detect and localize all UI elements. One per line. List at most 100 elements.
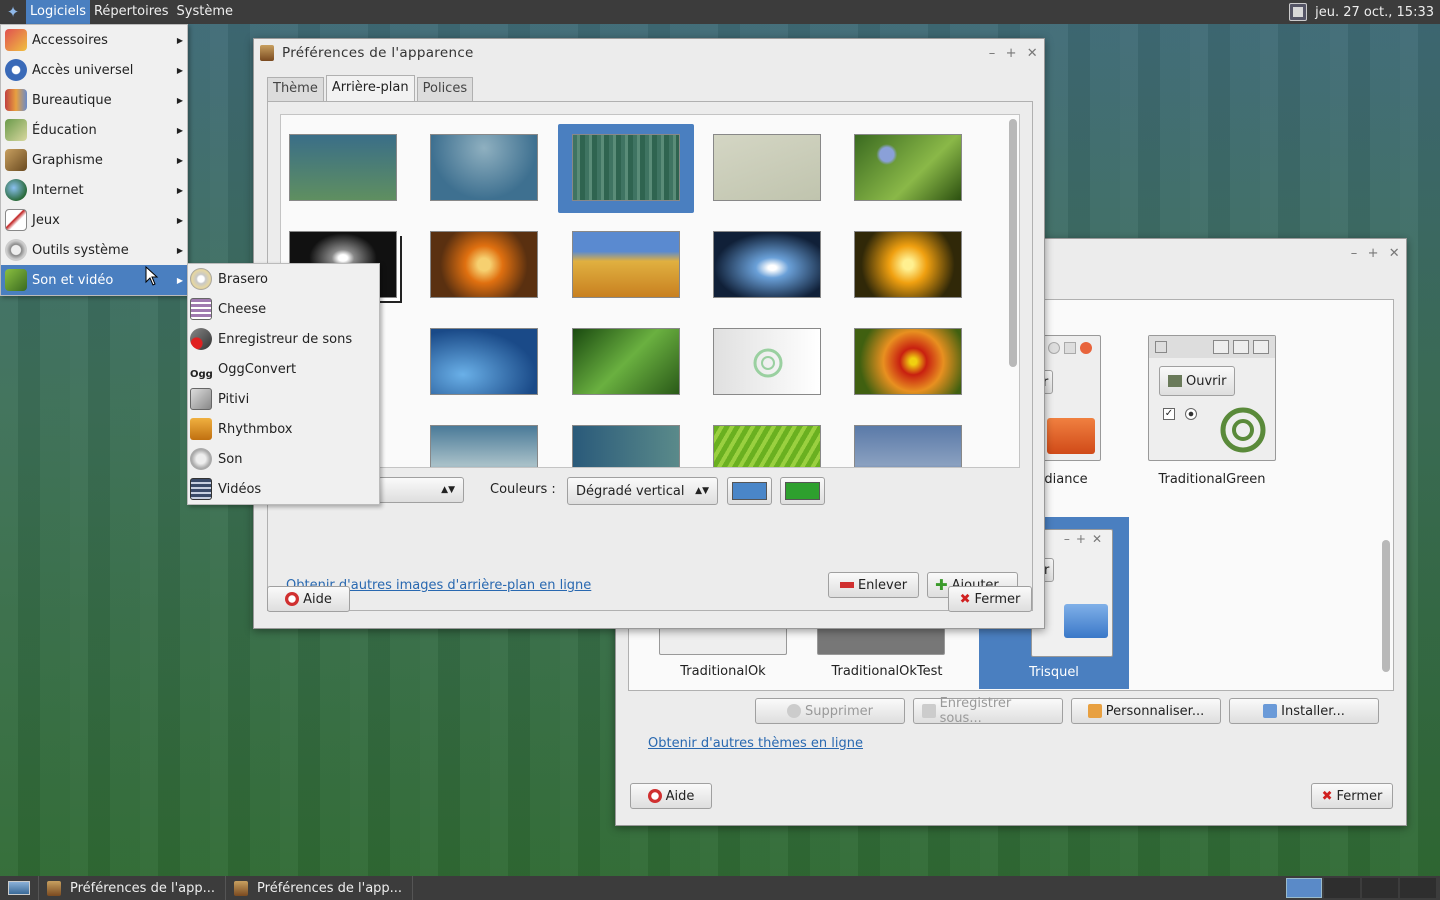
wallpaper-thumb[interactable] bbox=[572, 328, 680, 395]
menu-item-education[interactable]: Éducation ▶ bbox=[1, 115, 187, 145]
wallpaper-thumb[interactable] bbox=[572, 425, 680, 467]
menu-item-son-et-video[interactable]: Son et vidéo ▶ bbox=[1, 265, 187, 295]
help-button-back[interactable]: Aide bbox=[630, 783, 712, 809]
maximize-icon[interactable]: + bbox=[1368, 246, 1379, 261]
theme-list-scrollbar[interactable] bbox=[1382, 540, 1390, 672]
submenu-arrow-icon: ▶ bbox=[176, 65, 183, 75]
distribution-logo-icon[interactable]: ✦ bbox=[0, 0, 26, 24]
minimize-icon[interactable]: – bbox=[1351, 246, 1358, 261]
submenu-item-rhythmbox[interactable]: Rhythmbox bbox=[188, 414, 379, 444]
theme-preview-traditionalgreen[interactable]: Ouvrir ✓ bbox=[1148, 335, 1276, 461]
appearance-icon bbox=[47, 880, 61, 896]
install-button[interactable]: Installer... bbox=[1229, 698, 1379, 724]
system-tools-icon bbox=[5, 239, 27, 261]
applications-menu: Accessoires ▶ Accès universel ▶ Bureautiqu… bbox=[0, 24, 188, 296]
sound-icon bbox=[190, 448, 212, 470]
wallpaper-thumb[interactable] bbox=[713, 425, 821, 467]
tab-fonts[interactable]: Polices bbox=[416, 77, 474, 101]
wallpaper-thumb[interactable] bbox=[430, 134, 538, 201]
close-button-back[interactable]: ✖ Fermer bbox=[1311, 783, 1393, 809]
minimize-icon[interactable]: – bbox=[989, 46, 996, 61]
education-icon bbox=[5, 119, 27, 141]
submenu-arrow-icon: ▶ bbox=[176, 95, 183, 105]
submenu-arrow-icon: ▶ bbox=[176, 35, 183, 45]
menu-item-bureautique[interactable]: Bureautique ▶ bbox=[1, 85, 187, 115]
wallpaper-thumb[interactable] bbox=[430, 328, 538, 395]
clock[interactable]: jeu. 27 oct., 15:33 bbox=[1315, 5, 1434, 20]
close-icon[interactable]: ✕ bbox=[1389, 246, 1400, 261]
theme-name-trisquel: Trisquel bbox=[1029, 665, 1079, 680]
submenu-item-cheese[interactable]: Cheese bbox=[188, 294, 379, 324]
submenu-item-pitivi[interactable]: Pitivi bbox=[188, 384, 379, 414]
more-themes-link[interactable]: Obtenir d'autres thèmes en ligne bbox=[648, 736, 863, 751]
delete-button[interactable]: Supprimer bbox=[755, 698, 905, 724]
wallpaper-thumb[interactable] bbox=[713, 134, 821, 201]
menu-item-jeux[interactable]: Jeux ▶ bbox=[1, 205, 187, 235]
sound-recorder-icon bbox=[190, 328, 212, 350]
wallpaper-thumb[interactable] bbox=[854, 134, 962, 201]
wallpaper-thumb[interactable] bbox=[289, 134, 397, 201]
wallpaper-thumb[interactable] bbox=[854, 231, 962, 298]
task-appearance-1[interactable]: Préférences de l'app... bbox=[39, 876, 227, 900]
wallpaper-thumb[interactable] bbox=[430, 231, 538, 298]
folder-icon bbox=[1047, 418, 1095, 454]
color-button-1[interactable] bbox=[727, 477, 772, 505]
menu-item-acces-universel[interactable]: Accès universel ▶ bbox=[1, 55, 187, 85]
menu-item-accessoires[interactable]: Accessoires ▶ bbox=[1, 25, 187, 55]
close-button[interactable]: ✖ Fermer bbox=[948, 586, 1032, 612]
folder-install-icon bbox=[1263, 704, 1278, 718]
submenu-arrow-icon: ▶ bbox=[176, 125, 183, 135]
multimedia-icon bbox=[5, 269, 27, 291]
show-desktop-button[interactable] bbox=[0, 876, 39, 900]
customize-button[interactable]: Personnaliser... bbox=[1071, 698, 1221, 724]
submenu-arrow-icon: ▶ bbox=[176, 245, 183, 255]
edit-icon bbox=[1087, 704, 1102, 718]
background-tab-panel: ▲▼ Couleurs : Dégradé vertical ▲▼ Obtenir… bbox=[267, 101, 1033, 611]
save-as-button[interactable]: Enregistrer sous... bbox=[913, 696, 1063, 726]
theme-name-traditionalgreen: TraditionalGreen bbox=[1158, 472, 1266, 487]
network-icon[interactable] bbox=[1289, 3, 1308, 21]
menu-systeme[interactable]: Système bbox=[173, 0, 237, 24]
submenu-item-oggconvert[interactable]: Ogg OggConvert bbox=[188, 354, 379, 384]
accessibility-icon bbox=[5, 59, 27, 81]
style-select[interactable]: ▲▼ bbox=[378, 477, 464, 503]
submenu-item-videos[interactable]: Vidéos bbox=[188, 474, 379, 504]
menu-item-graphisme[interactable]: Graphisme ▶ bbox=[1, 145, 187, 175]
menu-item-outils-systeme[interactable]: Outils système ▶ bbox=[1, 235, 187, 265]
maximize-icon[interactable]: + bbox=[1006, 46, 1017, 61]
wallpaper-thumb[interactable] bbox=[854, 425, 962, 467]
gradient-select[interactable]: Dégradé vertical ▲▼ bbox=[567, 477, 718, 505]
menu-item-internet[interactable]: Internet ▶ bbox=[1, 175, 187, 205]
submenu-arrow-icon: ▶ bbox=[176, 275, 183, 285]
wallpaper-thumb[interactable] bbox=[572, 231, 680, 298]
menu-repertoires[interactable]: Répertoires bbox=[90, 0, 173, 24]
submenu-item-son[interactable]: Son bbox=[188, 444, 379, 474]
remove-button[interactable]: Enlever bbox=[828, 572, 919, 598]
workspace-4[interactable] bbox=[1400, 878, 1436, 898]
wallpaper-thumb[interactable] bbox=[713, 328, 821, 395]
color-button-2[interactable] bbox=[780, 477, 825, 505]
color-swatch-2 bbox=[785, 482, 820, 500]
help-button[interactable]: Aide bbox=[267, 586, 350, 612]
wallpaper-thumb[interactable] bbox=[854, 328, 962, 395]
wallpaper-thumb[interactable] bbox=[430, 425, 538, 467]
main-titlebar[interactable]: Préférences de l'apparence – + ✕ bbox=[254, 39, 1044, 67]
save-icon bbox=[922, 704, 936, 718]
tab-theme[interactable]: Thème bbox=[267, 77, 324, 101]
workspace-3[interactable] bbox=[1362, 878, 1398, 898]
workspace-2[interactable] bbox=[1324, 878, 1360, 898]
wallpaper-thumb-selected[interactable] bbox=[572, 134, 680, 201]
wallpaper-thumb[interactable] bbox=[713, 231, 821, 298]
submenu-item-enregistreur[interactable]: Enregistreur de sons bbox=[188, 324, 379, 354]
radio-icon bbox=[1185, 408, 1197, 420]
menu-logiciels[interactable]: Logiciels bbox=[26, 0, 90, 24]
close-icon[interactable]: ✕ bbox=[1027, 46, 1038, 61]
workspace-1[interactable] bbox=[1286, 878, 1322, 898]
window-title: Préférences de l'apparence bbox=[282, 45, 474, 61]
task-appearance-2[interactable]: Préférences de l'app... bbox=[226, 876, 414, 900]
wallpaper-scrollbar[interactable] bbox=[1009, 119, 1017, 367]
workspace-switcher bbox=[1284, 878, 1440, 898]
tab-background[interactable]: Arrière-plan bbox=[325, 75, 415, 101]
games-icon bbox=[5, 209, 27, 231]
submenu-item-brasero[interactable]: Brasero bbox=[188, 264, 379, 294]
